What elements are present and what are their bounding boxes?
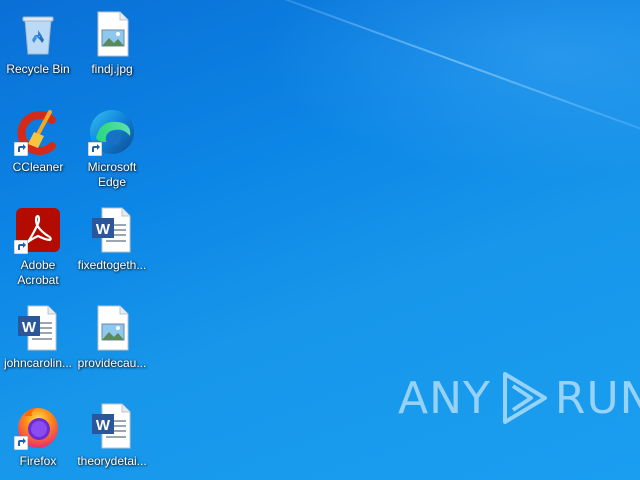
desktop-icon-firefox[interactable]: Firefox	[0, 398, 76, 480]
svg-text:W: W	[96, 221, 111, 238]
ccleaner-icon	[14, 108, 62, 156]
icon-label: fixedtogeth...	[77, 258, 147, 272]
acrobat-icon	[14, 206, 62, 254]
watermark-text-left: ANY	[398, 372, 491, 424]
desktop-icon-recycle-bin[interactable]: Recycle Bin	[0, 6, 76, 98]
desktop-icon-fixedtogeth[interactable]: W fixedtogeth...	[74, 202, 150, 294]
word-document-icon: W	[88, 206, 136, 254]
recycle-bin-icon	[14, 10, 62, 58]
image-file-icon	[88, 10, 136, 58]
word-document-icon: W	[14, 304, 62, 352]
icon-label: findj.jpg	[91, 62, 133, 76]
icon-label: johncarolin...	[3, 356, 73, 370]
icon-label: Adobe Acrobat	[17, 258, 59, 287]
desktop-icon-johncarolin[interactable]: W johncarolin...	[0, 300, 76, 392]
anyrun-watermark: ANY RUN	[398, 368, 640, 428]
desktop-icon-theorydetai[interactable]: W theorydetai...	[74, 398, 150, 480]
play-logo-icon	[502, 372, 547, 424]
desktop-icon-findj-jpg[interactable]: findj.jpg	[74, 6, 150, 98]
icon-label: Microsoft Edge	[87, 160, 137, 189]
desktop-icon-microsoft-edge[interactable]: Microsoft Edge	[74, 104, 150, 196]
desktop-icon-providecau[interactable]: providecau...	[74, 300, 150, 392]
image-file-icon	[88, 304, 136, 352]
watermark-text-right: RUN	[554, 372, 640, 424]
icon-label: providecau...	[77, 356, 147, 370]
firefox-icon	[14, 402, 62, 450]
shortcut-arrow-icon	[88, 142, 102, 156]
shortcut-arrow-icon	[14, 142, 28, 156]
shortcut-arrow-icon	[14, 240, 28, 254]
icon-label: CCleaner	[12, 160, 64, 174]
word-document-icon: W	[88, 402, 136, 450]
desktop-icon-adobe-acrobat[interactable]: Adobe Acrobat	[0, 202, 76, 294]
shortcut-arrow-icon	[14, 436, 28, 450]
desktop-icon-ccleaner[interactable]: CCleaner	[0, 104, 76, 196]
edge-icon	[88, 108, 136, 156]
wallpaper-glow	[260, 0, 640, 180]
icon-label: Firefox	[19, 454, 57, 468]
icon-label: theorydetai...	[77, 454, 147, 468]
svg-text:W: W	[22, 319, 37, 336]
svg-text:W: W	[96, 417, 111, 434]
icon-label: Recycle Bin	[6, 62, 70, 76]
desktop[interactable]: Recycle Bin findj.jpg CCleaner Microsoft…	[0, 0, 640, 480]
